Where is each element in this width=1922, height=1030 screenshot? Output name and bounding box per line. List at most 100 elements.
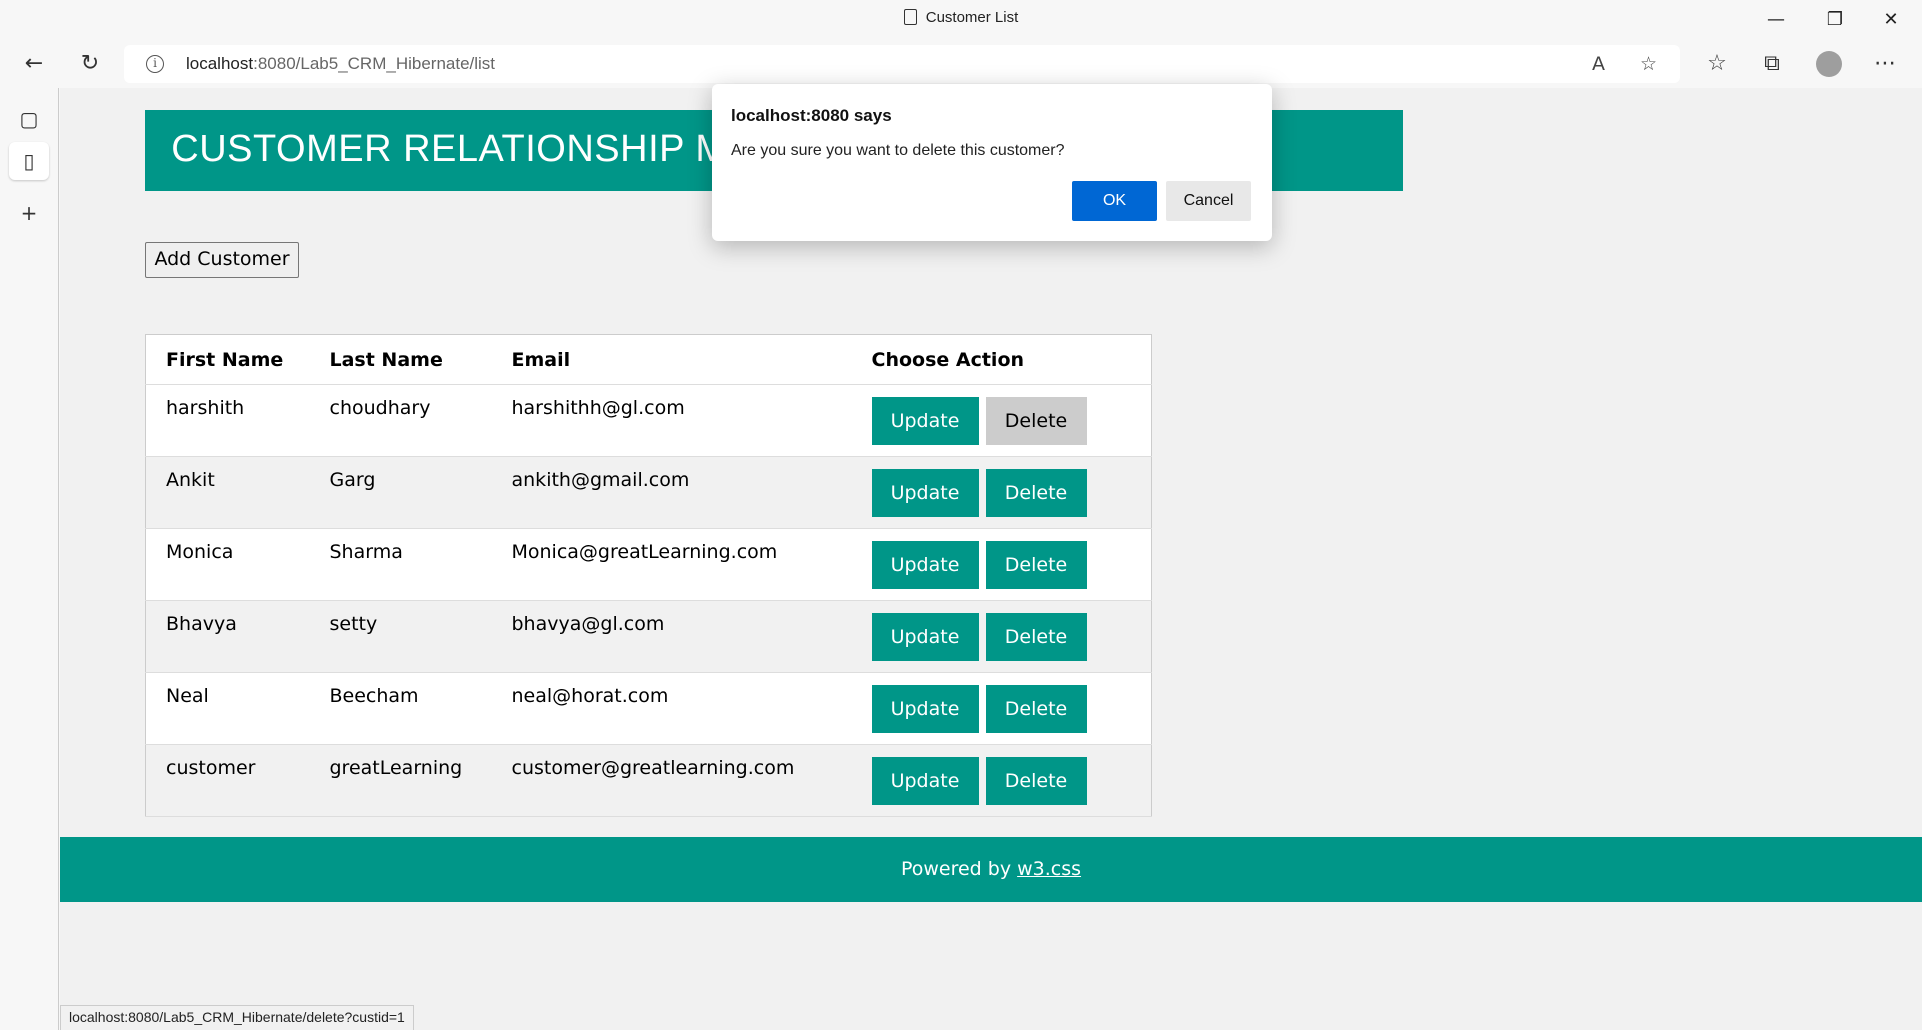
header-choose-action: Choose Action (851, 334, 1152, 385)
confirm-dialog: localhost:8080 says Are you sure you wan… (712, 84, 1272, 241)
update-button[interactable]: Update (871, 757, 979, 805)
first-name: Ankit (166, 469, 215, 491)
tab-actions-icon[interactable]: ▢ (9, 100, 49, 138)
table-row: Monica Sharma Monica@greatLearning.com U… (145, 528, 1152, 601)
title-bar: Customer List — ❐ ✕ (0, 0, 1922, 40)
delete-button[interactable]: Delete (985, 541, 1087, 589)
new-tab-icon[interactable]: + (9, 194, 49, 232)
window-title: Customer List (0, 9, 1922, 26)
favorites-icon[interactable]: ☆ (1701, 50, 1733, 78)
delete-button[interactable]: Delete (985, 685, 1087, 733)
table-row: Bhavya setty bhavya@gl.com Update Delete (145, 600, 1152, 673)
profile-avatar[interactable] (1813, 50, 1845, 78)
table-row: Neal Beecham neal@horat.com Update Delete (145, 672, 1152, 745)
url-path: :8080/Lab5_CRM_Hibernate/list (253, 54, 496, 73)
page-footer: Powered by w3.css (60, 837, 1922, 902)
header-first-name: First Name (145, 334, 310, 385)
table-row: customer greatLearning customer@greatlea… (145, 744, 1152, 817)
cell-actions: Update Delete (851, 456, 1152, 529)
cell-last-name: greatLearning (309, 744, 492, 817)
cell-email: ankith@gmail.com (491, 456, 852, 529)
cell-email: customer@greatlearning.com (491, 744, 852, 817)
cell-first-name: Monica (145, 528, 310, 601)
first-name: Neal (166, 685, 209, 707)
update-button[interactable]: Update (871, 685, 979, 733)
page-icon (903, 9, 917, 25)
address-url[interactable]: localhost:8080/Lab5_CRM_Hibernate/list (186, 54, 495, 74)
read-aloud-icon[interactable]: A (1592, 53, 1605, 75)
email: harshithh@gl.com (511, 397, 685, 419)
last-name: greatLearning (329, 757, 463, 779)
email: ankith@gmail.com (511, 469, 690, 491)
back-button[interactable]: ← (18, 50, 50, 78)
email: customer@greatlearning.com (511, 757, 795, 779)
w3css-link[interactable]: w3.css (1017, 858, 1081, 880)
cell-first-name: harshith (145, 384, 310, 457)
minimize-button[interactable]: — (1764, 8, 1788, 32)
table-row: Ankit Garg ankith@gmail.com Update Delete (145, 456, 1152, 529)
table-header-row: First Name Last Name Email Choose Action (145, 334, 1152, 385)
update-button[interactable]: Update (871, 397, 979, 445)
cell-email: bhavya@gl.com (491, 600, 852, 673)
footer-text: Powered by (900, 858, 1018, 880)
cell-last-name: Garg (309, 456, 492, 529)
header-email: Email (491, 334, 852, 385)
delete-button[interactable]: Delete (985, 469, 1087, 517)
cell-actions: Update Delete (851, 384, 1152, 457)
update-button[interactable]: Update (871, 469, 979, 517)
cell-first-name: customer (145, 744, 310, 817)
dialog-title: localhost:8080 says (731, 106, 892, 125)
cell-email: harshithh@gl.com (491, 384, 852, 457)
last-name: choudhary (329, 397, 431, 419)
cancel-button[interactable]: Cancel (1166, 181, 1251, 221)
email: bhavya@gl.com (511, 613, 665, 635)
cell-email: neal@horat.com (491, 672, 852, 745)
browser-toolbar: ← ↻ i localhost:8080/Lab5_CRM_Hibernate/… (0, 40, 1922, 88)
cell-first-name: Bhavya (145, 600, 310, 673)
delete-button[interactable]: Delete (985, 757, 1087, 805)
dialog-message: Are you sure you want to delete this cus… (731, 142, 1065, 159)
last-name: Sharma (329, 541, 403, 563)
collections-icon[interactable]: ⧉ (1756, 50, 1788, 78)
last-name: Beecham (329, 685, 419, 707)
add-customer-button[interactable]: Add Customer (145, 242, 299, 278)
cell-first-name: Ankit (145, 456, 310, 529)
window-title-text: Customer List (925, 9, 1019, 26)
first-name: harshith (166, 397, 245, 419)
cell-email: Monica@greatLearning.com (491, 528, 852, 601)
cell-actions: Update Delete (851, 672, 1152, 745)
cell-last-name: Sharma (309, 528, 492, 601)
close-window-button[interactable]: ✕ (1879, 8, 1903, 32)
cell-first-name: Neal (145, 672, 310, 745)
cell-last-name: choudhary (309, 384, 492, 457)
first-name: Bhavya (166, 613, 237, 635)
last-name: setty (329, 613, 378, 635)
delete-button[interactable]: Delete (985, 613, 1087, 661)
update-button[interactable]: Update (871, 541, 979, 589)
add-favorite-icon[interactable]: ☆ (1640, 53, 1657, 75)
update-button[interactable]: Update (871, 613, 979, 661)
ok-button[interactable]: OK (1072, 181, 1157, 221)
url-host: localhost (186, 54, 254, 73)
info-icon[interactable]: i (146, 55, 164, 73)
vertical-tabs-sidebar: ▢ ▯ + (0, 88, 59, 1030)
table-row: harshith choudhary harshithh@gl.com Upda… (145, 384, 1152, 457)
active-tab-icon[interactable]: ▯ (9, 142, 49, 180)
first-name: Monica (166, 541, 234, 563)
last-name: Garg (329, 469, 376, 491)
customer-table: First Name Last Name Email Choose Action… (145, 334, 1152, 817)
delete-button[interactable]: Delete (985, 397, 1087, 445)
email: neal@horat.com (511, 685, 669, 707)
address-bar[interactable]: i localhost:8080/Lab5_CRM_Hibernate/list… (124, 45, 1680, 83)
restore-button[interactable]: ❐ (1823, 8, 1847, 32)
cell-actions: Update Delete (851, 744, 1152, 817)
cell-actions: Update Delete (851, 528, 1152, 601)
cell-last-name: Beecham (309, 672, 492, 745)
cell-last-name: setty (309, 600, 492, 673)
refresh-button[interactable]: ↻ (74, 50, 106, 78)
cell-actions: Update Delete (851, 600, 1152, 673)
status-bar-url: localhost:8080/Lab5_CRM_Hibernate/delete… (60, 1005, 414, 1030)
more-menu-icon[interactable]: ⋯ (1869, 50, 1901, 78)
email: Monica@greatLearning.com (511, 541, 778, 563)
header-last-name: Last Name (309, 334, 492, 385)
